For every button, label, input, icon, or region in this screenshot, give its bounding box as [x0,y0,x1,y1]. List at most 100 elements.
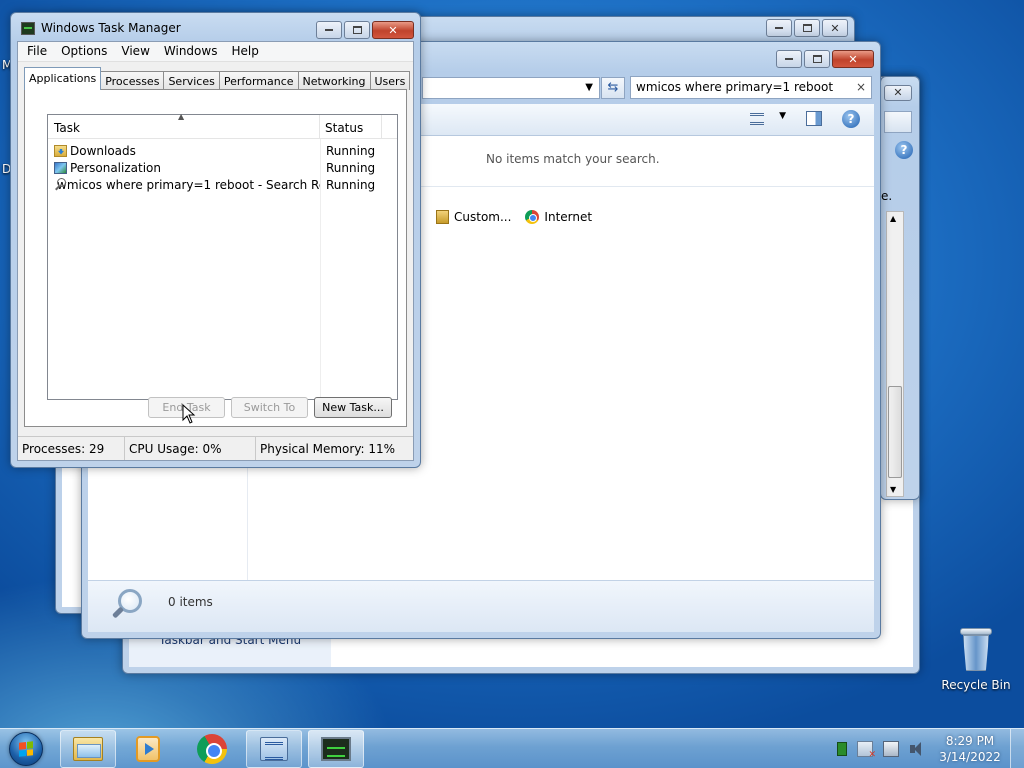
switch-to-button[interactable]: Switch To [231,397,308,418]
clock[interactable]: 8:29 PM 3/14/2022 [934,733,1006,765]
task-name: Downloads [70,143,136,158]
details-pane: 0 items [88,580,874,632]
taskbar-control-panel[interactable] [246,730,302,768]
tab-processes[interactable]: Processes [100,71,165,90]
search-again-internet[interactable]: Internet [525,210,592,224]
task-status: Running [326,160,376,175]
mouse-pointer-icon [182,404,196,424]
status-bar: Processes: 29 CPU Usage: 0% Physical Mem… [18,436,413,460]
taskbar-media-player[interactable] [120,730,176,768]
search-button[interactable] [884,111,912,133]
menu-help[interactable]: Help [224,42,265,61]
chrome-icon [525,210,540,224]
refresh-button[interactable]: ⇆ [601,77,625,99]
task-row[interactable]: Downloads Running [48,142,397,159]
menu-file[interactable]: File [20,42,54,61]
status-cpu-usage: CPU Usage: 0% [125,437,256,460]
sort-ascending-icon: ▲ [178,112,185,121]
search-input[interactable]: wmicos where primary=1 reboot × [630,76,872,99]
tab-users[interactable]: Users [369,71,411,90]
media-player-icon [136,736,160,762]
scroll-up-arrow-icon[interactable]: ▲ [890,214,896,223]
vertical-scrollbar[interactable]: ▲ ▼ [886,211,904,497]
recycle-bin-label: Recycle Bin [941,678,1011,692]
personalization-icon [54,161,67,174]
clipped-text: e. [881,189,893,203]
show-desktop-button[interactable] [1010,729,1024,768]
start-button[interactable] [3,730,49,768]
task-list-header: ▲ Task Status [48,112,397,139]
status-physical-memory: Physical Memory: 11% [260,442,396,456]
taskbar-windows-explorer[interactable] [60,730,116,768]
chevron-down-icon[interactable]: ▼ [585,82,593,93]
taskbar-task-manager[interactable] [308,730,364,768]
windows-explorer-icon [73,737,103,761]
tab-strip: Applications Processes Services Performa… [24,67,411,90]
menu-bar: File Options View Windows Help [18,42,413,62]
window-controls: ✕ [774,50,874,68]
task-manager-icon [321,737,351,761]
search-again-internet-label: Internet [544,210,593,224]
task-row[interactable]: wmicos where primary=1 reboot - Search R… [48,176,397,193]
search-again-in: Custom... Internet [436,210,592,224]
task-manager-window[interactable]: Windows Task Manager ✕ File Options View… [10,12,421,468]
action-center-flag-icon[interactable] [857,741,876,760]
search-query-text: wmicos where primary=1 reboot [636,80,834,94]
maximize-button[interactable] [794,19,820,37]
help-icon[interactable]: ? [842,110,860,128]
tab-networking[interactable]: Networking [297,71,371,90]
task-status: Running [326,143,376,158]
menu-options[interactable]: Options [54,42,114,61]
windows-flag-icon [19,741,33,757]
close-button[interactable]: ✕ [832,50,874,68]
search-again-custom-label: Custom... [454,210,512,224]
volume-icon[interactable] [909,741,925,757]
menu-windows[interactable]: Windows [157,42,225,61]
preview-pane-icon[interactable] [806,111,822,126]
window-controls: ✕ [764,19,848,37]
notification-area: 8:29 PM 3/14/2022 [832,729,1024,768]
minimize-button[interactable] [766,19,792,37]
magnifier-icon [110,587,144,621]
close-button[interactable]: ✕ [372,21,414,39]
scrollbar-thumb[interactable] [888,386,902,478]
network-icon[interactable] [883,741,899,757]
close-button[interactable]: ✕ [822,19,848,37]
taskbar-chrome[interactable] [184,730,240,768]
view-options-arrow-icon[interactable]: ▼ [779,111,786,121]
control-panel-icon [260,737,288,761]
item-count: 0 items [168,595,213,609]
chrome-icon [197,734,227,764]
background-window-right-edge[interactable]: ✕ ? e. ▲ ▼ [880,76,920,500]
column-header-status[interactable]: Status [320,115,382,138]
column-divider [320,139,321,399]
address-bar[interactable]: ▼ [422,77,600,99]
tab-applications[interactable]: Applications [24,67,102,90]
column-header-task-label: Task [54,121,80,135]
tab-performance[interactable]: Performance [218,71,299,90]
tray-app-icon[interactable] [837,742,847,756]
clear-search-icon[interactable]: × [856,80,866,94]
column-header-task[interactable]: ▲ Task [48,112,320,138]
task-status: Running [326,177,376,192]
help-icon[interactable]: ? [895,141,913,159]
clock-time: 8:29 PM [945,734,995,748]
minimize-button[interactable] [776,50,802,68]
menu-view[interactable]: View [114,42,156,61]
maximize-button[interactable] [344,21,370,39]
window-title: Windows Task Manager [41,21,181,35]
downloads-folder-icon [54,144,67,157]
minimize-button[interactable] [316,21,342,39]
custom-folder-icon [436,210,449,224]
close-button[interactable]: ✕ [884,85,912,101]
new-task-button[interactable]: New Task... [314,397,392,418]
task-list[interactable]: ▲ Task Status Downloads Running Personal… [47,112,398,400]
tab-services[interactable]: Services [163,71,220,90]
recycle-bin[interactable]: Recycle Bin [938,628,1014,692]
scroll-down-arrow-icon[interactable]: ▼ [890,485,896,494]
task-row[interactable]: Personalization Running [48,159,397,176]
change-view-icon[interactable] [750,113,764,125]
maximize-button[interactable] [804,50,830,68]
status-processes: Processes: 29 [18,437,125,460]
search-again-custom[interactable]: Custom... [436,210,511,224]
